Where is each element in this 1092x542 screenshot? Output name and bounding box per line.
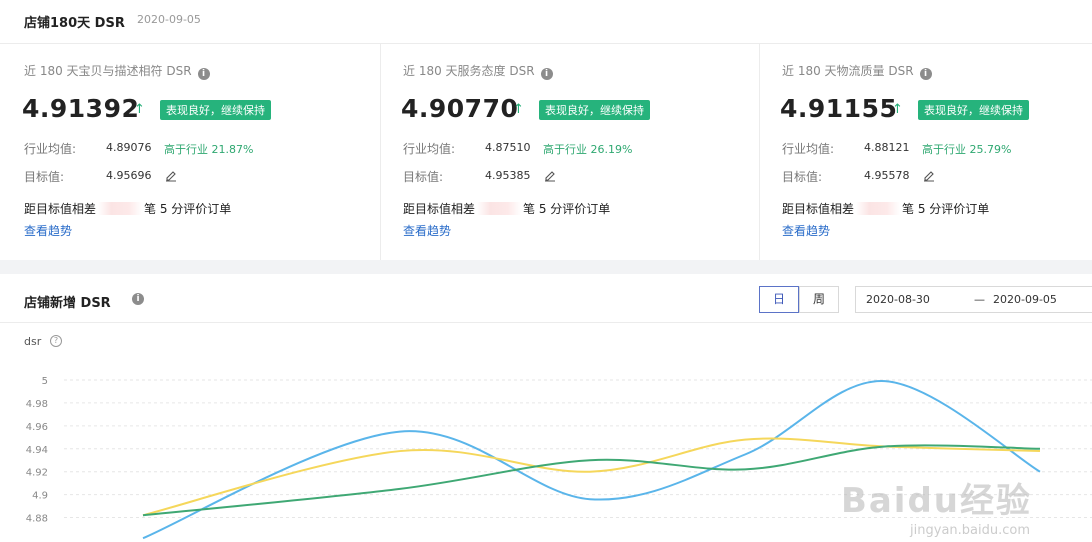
gap-text: 距目标值相差 笔 5 分评价订单 [403,200,610,217]
dsr-summary-panel: 店铺180天 DSR 2020-09-05 近 180 天宝贝与描述相符 DSR… [0,0,1092,260]
industry-compare: 高于行业 25.79% [922,143,1012,156]
industry-label: 行业均值: [24,142,77,156]
target-label: 目标值: [403,170,444,184]
gap-prefix: 距目标值相差 [782,202,855,216]
card-title-text: 近 180 天物流质量 DSR [782,64,914,78]
target-label: 目标值: [24,170,65,184]
info-icon[interactable]: i [197,68,210,80]
dsr-chart-panel: 店铺新增 DSR i 日 周 2020-08-30 — 2020-09-05 d… [0,274,1092,542]
view-trend-link[interactable]: 查看趋势 [403,222,451,239]
y-tick-label: 4.96 [26,422,48,433]
summary-title: 店铺180天 DSR [24,16,125,31]
dsr-card-logistics: 近 180 天物流质量 DSR i 4.91155 ↑ 表现良好，继续保持 行业均… [758,44,1092,260]
industry-value: 4.89076 [106,141,152,154]
help-icon[interactable]: ? [50,335,62,347]
info-icon[interactable]: i [540,68,553,80]
edit-pencil-icon[interactable] [164,168,178,182]
industry-value: 4.87510 [485,141,531,154]
watermark-url: jingyan.baidu.com [910,523,1030,538]
industry-label: 行业均值: [403,142,456,156]
edit-pencil-icon[interactable] [922,168,936,182]
redacted-count [477,202,522,215]
target-value: 4.95696 [106,169,152,182]
series-label: dsr [24,335,42,348]
card-title-text: 近 180 天宝贝与描述相符 DSR [24,64,192,78]
y-tick-label: 4.9 [32,491,48,502]
redacted-count [98,202,143,215]
date-range-picker[interactable]: 2020-08-30 — 2020-09-05 [855,286,1092,313]
toggle-day-button[interactable]: 日 [759,286,799,313]
edit-pencil-icon[interactable] [543,168,557,182]
gap-prefix: 距目标值相差 [403,202,476,216]
industry-label: 行业均值: [782,142,835,156]
date-separator: — [974,293,985,306]
card-score: 4.91155 [780,94,898,123]
view-trend-link[interactable]: 查看趋势 [24,222,72,239]
y-tick-label: 4.94 [26,445,48,456]
gap-text: 距目标值相差 笔 5 分评价订单 [24,200,231,217]
card-score: 4.91392 [22,94,140,123]
card-title-text: 近 180 天服务态度 DSR [403,64,535,78]
arrow-up-icon: ↑ [134,102,145,117]
gap-suffix: 笔 5 分评价订单 [523,202,611,216]
dsr-card-description: 近 180 天宝贝与描述相符 DSR i 4.91392 ↑ 表现良好，继续保持 … [0,44,378,260]
status-badge: 表现良好，继续保持 [160,100,271,120]
industry-value: 4.88121 [864,141,910,154]
dsr-card-service: 近 180 天服务态度 DSR i 4.90770 ↑ 表现良好，继续保持 行业均… [379,44,757,260]
view-trend-link[interactable]: 查看趋势 [782,222,830,239]
y-tick-label: 5 [42,376,48,387]
chart-title: 店铺新增 DSR [24,296,111,311]
date-end[interactable]: 2020-09-05 [993,293,1057,306]
card-title: 近 180 天物流质量 DSR i [782,62,932,80]
gap-text: 距目标值相差 笔 5 分评价订单 [782,200,989,217]
card-title: 近 180 天服务态度 DSR i [403,62,553,80]
industry-compare: 高于行业 21.87% [164,143,254,156]
arrow-up-icon: ↑ [892,102,903,117]
info-icon[interactable]: i [132,293,144,305]
chart-divider [0,322,1092,323]
card-title: 近 180 天宝贝与描述相符 DSR i [24,62,210,80]
info-icon[interactable]: i [919,68,932,80]
summary-date: 2020-09-05 [137,13,201,26]
arrow-up-icon: ↑ [513,102,524,117]
status-badge: 表现良好，继续保持 [539,100,650,120]
redacted-count [856,202,901,215]
card-score: 4.90770 [401,94,519,123]
target-value: 4.95385 [485,169,531,182]
status-badge: 表现良好，继续保持 [918,100,1029,120]
baidu-watermark: Baidu经验 [840,481,1032,521]
target-label: 目标值: [782,170,823,184]
gap-suffix: 笔 5 分评价订单 [902,202,990,216]
gap-suffix: 笔 5 分评价订单 [144,202,232,216]
gap-prefix: 距目标值相差 [24,202,97,216]
target-value: 4.95578 [864,169,910,182]
toggle-week-button[interactable]: 周 [799,286,839,313]
y-tick-label: 4.88 [26,514,48,525]
industry-compare: 高于行业 26.19% [543,143,633,156]
y-tick-label: 4.92 [26,468,48,479]
y-tick-label: 4.98 [26,399,48,410]
date-start[interactable]: 2020-08-30 [866,293,930,306]
